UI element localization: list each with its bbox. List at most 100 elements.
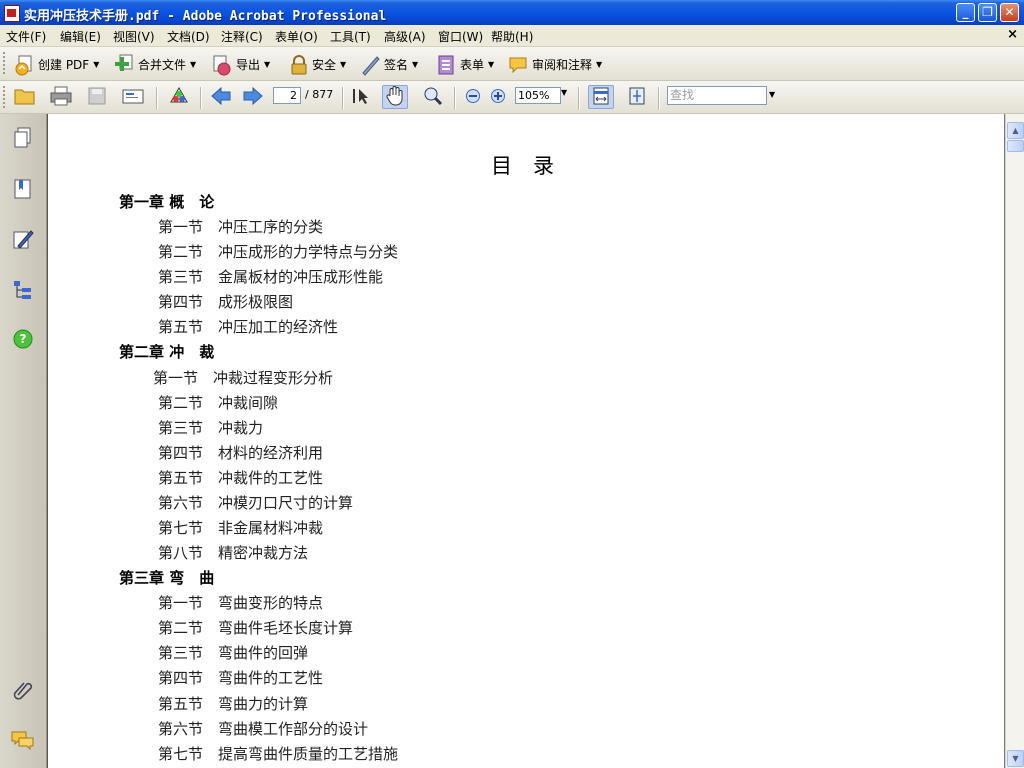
toc-section: 第七节 提高弯曲件质量的工艺措施 — [158, 745, 399, 763]
navigation-pane: ? — [0, 114, 47, 768]
tasks-toolbar: 创建 PDF ▼ 合并文件 ▼ 导出 ▼ 安全 ▼ 签名 ▼ 表单 ▼ 审阅和注… — [0, 47, 1024, 81]
combine-files-button[interactable]: 合并文件 ▼ — [114, 53, 196, 75]
menu-comments[interactable]: 注释(C) — [221, 28, 263, 45]
chevron-down-icon: ▼ — [93, 59, 100, 69]
security-label: 安全 — [312, 57, 337, 72]
menu-advanced[interactable]: 高级(A) — [384, 28, 426, 45]
toc-section: 第五节 冲压加工的经济性 — [158, 318, 339, 336]
window-title: 实用冲压技术手册.pdf - Adobe Acrobat Professiona… — [24, 9, 387, 24]
comment-bubble-icon — [508, 54, 528, 74]
save-button[interactable] — [84, 85, 110, 109]
comments-panel-button[interactable] — [10, 728, 36, 754]
svg-text:?: ? — [20, 332, 27, 346]
toc-section: 第七节 非金属材料冲裁 — [158, 519, 324, 537]
pages-panel-button[interactable] — [10, 126, 36, 152]
color-tool-button[interactable] — [166, 85, 192, 109]
menu-document[interactable]: 文档(D) — [167, 28, 210, 45]
toc-chapter: 第三章 弯 曲 — [119, 569, 215, 587]
toc-section: 第四节 成形极限图 — [158, 293, 294, 311]
envelope-icon — [122, 86, 144, 109]
chevron-down-icon: ▼ — [340, 59, 347, 69]
bookmarks-panel-button[interactable] — [10, 177, 36, 203]
combine-files-icon — [114, 54, 134, 74]
comments-icon — [11, 729, 35, 754]
scroll-up-button[interactable]: ▲ — [1007, 122, 1024, 139]
layers-panel-button[interactable] — [10, 278, 36, 304]
open-button[interactable] — [12, 85, 38, 109]
next-page-button[interactable] — [240, 85, 266, 109]
toc-section: 第五节 弯曲力的计算 — [158, 695, 309, 713]
toc-chapter: 第二章 冲 裁 — [119, 343, 215, 361]
email-button[interactable] — [120, 85, 146, 109]
security-button[interactable]: 安全 ▼ — [288, 53, 346, 75]
vertical-scrollbar[interactable]: ▲ ▼ — [1005, 114, 1024, 768]
acrobat-app-icon[interactable] — [4, 5, 20, 22]
menu-edit[interactable]: 编辑(E) — [60, 28, 101, 45]
toc-section: 第一节 弯曲变形的特点 — [158, 594, 324, 612]
menu-view[interactable]: 视图(V) — [113, 28, 155, 45]
toolbar-grip[interactable] — [3, 86, 8, 108]
maximize-button[interactable]: ❐ — [978, 3, 997, 22]
review-comment-button[interactable]: 审阅和注释 ▼ — [508, 53, 602, 75]
toc-section: 第二节 冲压成形的力学特点与分类 — [158, 243, 399, 261]
printer-icon — [50, 86, 72, 109]
chevron-down-icon: ▼ — [596, 59, 603, 69]
menu-forms[interactable]: 表单(O) — [275, 28, 318, 45]
signatures-panel-button[interactable] — [10, 227, 36, 253]
toc-section: 第四节 材料的经济利用 — [158, 444, 324, 462]
export-button[interactable]: 导出 ▼ — [212, 53, 270, 76]
folder-icon — [14, 86, 36, 109]
create-pdf-icon — [14, 54, 34, 76]
bookmark-icon — [13, 178, 33, 203]
create-pdf-label: 创建 PDF — [38, 57, 90, 72]
menu-file[interactable]: 文件(F) — [6, 28, 46, 45]
menu-tools[interactable]: 工具(T) — [330, 28, 371, 45]
forms-button[interactable]: 表单 ▼ — [436, 53, 494, 75]
export-label: 导出 — [236, 57, 261, 72]
sign-button[interactable]: 签名 ▼ — [360, 53, 418, 76]
scroll-thumb[interactable] — [1007, 140, 1024, 152]
fit-page-button[interactable] — [624, 85, 650, 109]
title-bar: 实用冲压技术手册.pdf - Adobe Acrobat Professiona… — [0, 0, 1024, 25]
toc-section: 第二节 冲裁间隙 — [158, 394, 279, 412]
attachments-panel-button[interactable] — [10, 678, 36, 704]
tree-structure-icon — [12, 279, 34, 304]
hand-tool-button[interactable] — [382, 85, 408, 109]
scroll-down-button[interactable]: ▼ — [1007, 750, 1024, 767]
form-icon — [436, 54, 456, 75]
toc-section: 第五节 冲裁件的工艺性 — [158, 469, 324, 487]
toc-section: 第八节 精密冲裁方法 — [158, 544, 309, 562]
arrow-right-icon — [242, 86, 264, 109]
page-total-label: / 877 — [305, 88, 334, 101]
zoom-tool-button[interactable] — [420, 85, 446, 109]
fit-width-button[interactable] — [588, 85, 614, 109]
previous-page-button[interactable] — [208, 85, 234, 109]
menu-window[interactable]: 窗口(W) — [438, 28, 483, 45]
page-number-input[interactable]: 2 — [273, 87, 301, 104]
zoom-out-button[interactable] — [460, 85, 486, 109]
toc-section: 第六节 弯曲模工作部分的设计 — [158, 720, 369, 738]
pen-icon — [360, 54, 380, 76]
text-select-cursor-icon — [350, 86, 372, 109]
find-dropdown-icon[interactable]: ▼ — [769, 90, 775, 99]
toc-section: 第四节 弯曲件的工艺性 — [158, 669, 324, 687]
zoom-dropdown-icon[interactable]: ▼ — [561, 88, 567, 97]
sign-label: 签名 — [384, 57, 409, 72]
magnifier-icon — [422, 86, 444, 109]
zoom-in-button[interactable] — [485, 85, 511, 109]
fit-width-icon — [591, 86, 611, 109]
toc-section: 第三节 冲裁力 — [158, 419, 264, 437]
menu-help[interactable]: 帮助(H) — [491, 28, 533, 45]
combine-files-label: 合并文件 — [138, 57, 187, 72]
print-button[interactable] — [48, 85, 74, 109]
zoom-level-input[interactable]: 105% — [515, 87, 561, 104]
close-button[interactable]: ✕ — [1000, 3, 1019, 22]
help-panel-button[interactable]: ? — [10, 327, 36, 353]
document-close-icon[interactable]: × — [1007, 27, 1018, 42]
toolbar-grip[interactable] — [3, 52, 8, 74]
select-tool-button[interactable] — [348, 85, 374, 109]
create-pdf-button[interactable]: 创建 PDF ▼ — [14, 53, 100, 76]
find-input[interactable]: 查找 — [667, 86, 767, 105]
minimize-button[interactable]: _ — [956, 3, 975, 22]
lock-icon — [288, 54, 308, 75]
